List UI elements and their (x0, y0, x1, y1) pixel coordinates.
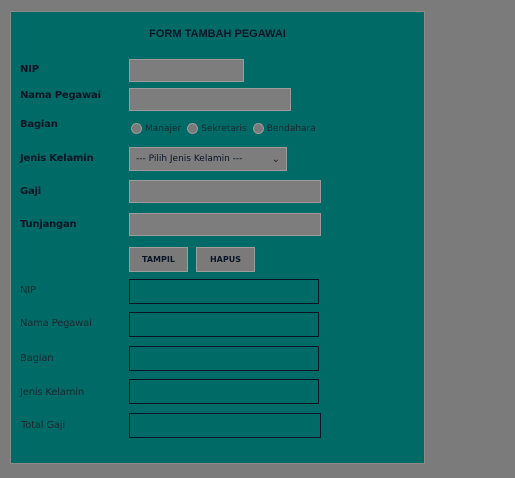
hapus-button[interactable]: HAPUS (196, 247, 255, 272)
radio-label: Sekretaris (201, 123, 247, 134)
radio-circle (131, 123, 142, 134)
nip-label: NIP (20, 64, 39, 75)
jenis-kelamin-select[interactable]: --- Pilih Jenis Kelamin --- ⌄ (129, 147, 287, 171)
output-nama-field (129, 312, 319, 337)
nama-pegawai-input[interactable] (129, 88, 291, 111)
radio-bendahara[interactable]: Bendahara (252, 123, 316, 134)
form-panel: FORM TAMBAH PEGAWAI NIP Nama Pegawai Bag… (10, 11, 425, 464)
output-nama-label: Nama Pegawai (20, 318, 92, 329)
output-total-gaji-field (129, 413, 321, 438)
output-bagian-label: Bagian (20, 353, 54, 364)
gaji-label: Gaji (20, 186, 42, 197)
radio-circle (187, 123, 199, 134)
bagian-label: Bagian (20, 119, 58, 130)
gaji-input[interactable] (129, 180, 321, 203)
radio-label: Bendahara (266, 123, 316, 134)
tampil-button[interactable]: TAMPIL (129, 247, 188, 272)
radio-sekretaris[interactable]: Sekretaris (187, 123, 247, 134)
radio-circle (252, 123, 264, 134)
output-jenis-kelamin-label: Jenis Kelamin (20, 387, 84, 398)
tunjangan-input[interactable] (129, 213, 321, 236)
form-title: FORM TAMBAH PEGAWAI (149, 28, 286, 40)
output-nip-field (129, 279, 319, 304)
nama-pegawai-label: Nama Pegawai (20, 90, 101, 101)
output-nip-label: NIP (20, 285, 36, 296)
jenis-kelamin-label: Jenis Kelamin (20, 153, 94, 164)
select-value: --- Pilih Jenis Kelamin --- (136, 154, 243, 164)
bagian-radio-group: Manajer Sekretaris Bendahara (131, 123, 322, 134)
radio-manajer[interactable]: Manajer (131, 123, 181, 134)
output-jenis-kelamin-field (129, 379, 319, 404)
nip-input[interactable] (129, 59, 244, 82)
chevron-down-icon: ⌄ (271, 153, 280, 165)
output-total-gaji-label: Total Gaji (21, 420, 65, 431)
radio-label: Manajer (145, 123, 182, 134)
output-bagian-field (129, 346, 319, 371)
tunjangan-label: Tunjangan (20, 219, 77, 230)
